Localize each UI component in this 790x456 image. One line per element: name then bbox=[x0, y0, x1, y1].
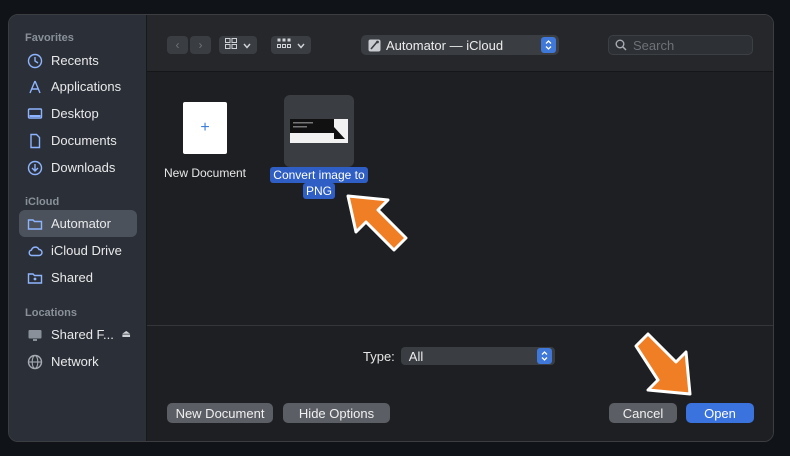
automator-folder-icon bbox=[368, 39, 381, 52]
eject-icon[interactable]: ⏏ bbox=[122, 329, 131, 340]
sidebar-section-locations: Locations bbox=[25, 307, 77, 319]
grid-icon bbox=[225, 36, 237, 54]
sidebar-section-favorites: Favorites bbox=[25, 32, 74, 44]
sidebar-item-shared[interactable]: Shared bbox=[19, 264, 137, 291]
sidebar-item-shared-folder[interactable]: Shared F... ⏏ bbox=[19, 321, 137, 348]
chevron-left-icon: ‹ bbox=[175, 38, 180, 52]
up-down-stepper-icon bbox=[536, 348, 552, 364]
workflow-thumbnail-icon bbox=[284, 95, 354, 167]
sidebar-item-recents[interactable]: Recents bbox=[19, 47, 137, 74]
sidebar-item-automator[interactable]: Automator bbox=[19, 210, 137, 237]
options-divider bbox=[147, 325, 773, 326]
search-input[interactable]: Search bbox=[608, 35, 753, 55]
cloud-icon bbox=[27, 243, 43, 259]
forward-button[interactable]: › bbox=[190, 36, 211, 54]
sidebar-item-documents[interactable]: Documents bbox=[19, 127, 137, 154]
chevron-right-icon: › bbox=[198, 38, 203, 52]
sidebar-item-label: Recents bbox=[51, 53, 99, 68]
sidebar-item-label: Desktop bbox=[51, 106, 99, 121]
sidebar-item-label: Downloads bbox=[51, 160, 116, 175]
search-icon bbox=[615, 39, 627, 51]
location-path-label: Automator — iCloud bbox=[386, 37, 504, 53]
icon-view-button[interactable] bbox=[219, 36, 257, 54]
open-file-dialog: Favorites Recents Applications Desktop D… bbox=[8, 14, 774, 442]
type-label: Type: bbox=[363, 348, 395, 364]
new-document-button[interactable]: New Document bbox=[167, 403, 273, 423]
document-icon bbox=[27, 133, 43, 149]
sidebar-item-label: Shared bbox=[51, 270, 93, 285]
sidebar-item-icloud-drive[interactable]: iCloud Drive bbox=[19, 237, 137, 264]
globe-icon bbox=[27, 354, 43, 370]
sidebar-section-icloud: iCloud bbox=[25, 196, 60, 208]
navigation-buttons: ‹ › bbox=[167, 36, 211, 54]
file-item-new-document[interactable]: + New Document bbox=[161, 102, 249, 180]
up-down-stepper-icon bbox=[541, 37, 556, 53]
file-item-label: Convert image to PNG bbox=[270, 167, 368, 199]
cancel-button[interactable]: Cancel bbox=[609, 403, 677, 423]
group-by-button[interactable] bbox=[271, 36, 311, 54]
clock-icon bbox=[27, 53, 43, 69]
hide-options-button[interactable]: Hide Options bbox=[283, 403, 390, 423]
back-button[interactable]: ‹ bbox=[167, 36, 188, 54]
grouping-icon bbox=[277, 36, 291, 54]
file-browser: + New Document Convert image to PNG bbox=[147, 73, 773, 325]
chevron-down-icon bbox=[297, 36, 305, 54]
display-icon bbox=[27, 327, 43, 343]
sidebar-item-label: Automator bbox=[51, 216, 111, 231]
sidebar-item-network[interactable]: Network bbox=[19, 348, 137, 375]
type-select-value: All bbox=[408, 348, 424, 364]
toolbar: ‹ › Automator — iCloud Search bbox=[147, 15, 773, 72]
chevron-down-icon bbox=[243, 36, 251, 54]
downloads-icon bbox=[27, 160, 43, 176]
sidebar-item-label: Network bbox=[51, 354, 99, 369]
applications-icon bbox=[27, 79, 43, 95]
main-pane: ‹ › Automator — iCloud Search + New Docu… bbox=[147, 15, 773, 441]
open-button[interactable]: Open bbox=[686, 403, 754, 423]
shared-folder-icon bbox=[27, 270, 43, 286]
location-path-select[interactable]: Automator — iCloud bbox=[361, 35, 559, 55]
type-select[interactable]: All bbox=[400, 347, 555, 365]
sidebar-item-label: Applications bbox=[51, 79, 122, 94]
type-filter-row: Type: All bbox=[363, 347, 555, 365]
sidebar-item-downloads[interactable]: Downloads bbox=[19, 154, 137, 181]
sidebar-item-label: Documents bbox=[51, 133, 117, 148]
file-item-label: New Document bbox=[163, 166, 247, 180]
sidebar: Favorites Recents Applications Desktop D… bbox=[9, 15, 147, 441]
folder-icon bbox=[27, 216, 43, 232]
sidebar-item-applications[interactable]: Applications bbox=[19, 73, 137, 100]
sidebar-item-desktop[interactable]: Desktop bbox=[19, 100, 137, 127]
new-document-icon: + bbox=[183, 102, 227, 154]
search-placeholder: Search bbox=[633, 37, 675, 53]
file-item-convert-image-to-png[interactable]: Convert image to PNG bbox=[262, 95, 376, 199]
sidebar-item-label: Shared F... bbox=[51, 327, 114, 342]
desktop-icon bbox=[27, 106, 43, 122]
sidebar-item-label: iCloud Drive bbox=[51, 243, 122, 258]
